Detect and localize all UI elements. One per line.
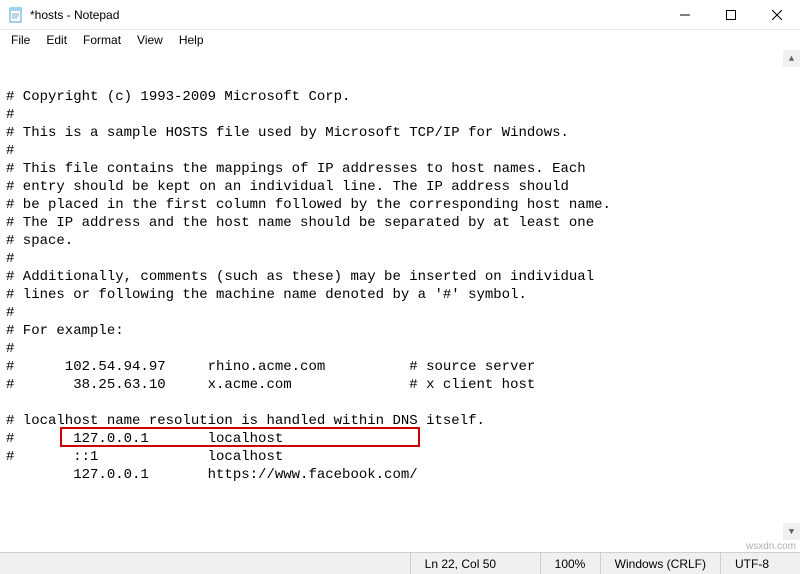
titlebar: *hosts - Notepad	[0, 0, 800, 30]
menu-format[interactable]: Format	[76, 32, 128, 48]
status-zoom: 100%	[540, 553, 600, 574]
close-button[interactable]	[754, 0, 800, 30]
menubar: File Edit Format View Help	[0, 30, 800, 50]
scroll-down-button[interactable]: ▼	[783, 523, 800, 540]
menu-help[interactable]: Help	[172, 32, 211, 48]
watermark: wsxdn.com	[746, 541, 796, 552]
editor-content[interactable]: # Copyright (c) 1993-2009 Microsoft Corp…	[6, 88, 794, 484]
minimize-button[interactable]	[662, 0, 708, 30]
window-title: *hosts - Notepad	[30, 8, 662, 22]
text-editor[interactable]: # Copyright (c) 1993-2009 Microsoft Corp…	[0, 50, 800, 540]
maximize-button[interactable]	[708, 0, 754, 30]
menu-edit[interactable]: Edit	[39, 32, 74, 48]
status-position: Ln 22, Col 50	[410, 553, 540, 574]
statusbar: Ln 22, Col 50 100% Windows (CRLF) UTF-8	[0, 552, 800, 574]
menu-view[interactable]: View	[130, 32, 170, 48]
window-controls	[662, 0, 800, 30]
status-encoding: UTF-8	[720, 553, 800, 574]
scroll-up-button[interactable]: ▲	[783, 50, 800, 67]
menu-file[interactable]: File	[4, 32, 37, 48]
notepad-icon	[8, 7, 24, 23]
status-line-ending: Windows (CRLF)	[600, 553, 720, 574]
